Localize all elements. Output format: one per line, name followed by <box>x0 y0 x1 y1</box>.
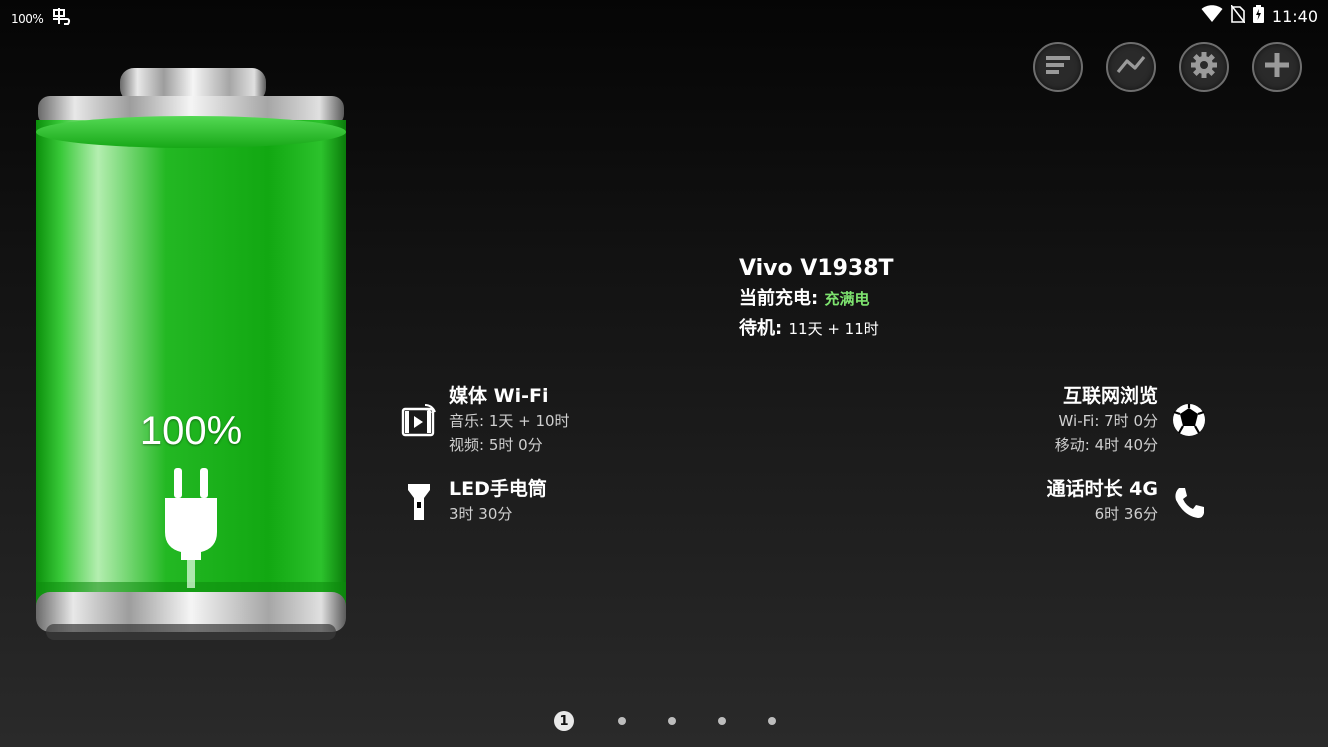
charge-label: 当前充电: <box>739 288 819 309</box>
charge-status-row: 当前充电: 充满电 <box>739 284 894 314</box>
page-dot[interactable] <box>668 717 676 725</box>
list-icon <box>1044 54 1072 80</box>
standby-value: 11天 + 11时 <box>788 320 879 338</box>
media-icon <box>401 403 437 441</box>
wifi-icon <box>1201 5 1223 27</box>
standby-label: 待机: <box>739 318 783 339</box>
page-dot[interactable] <box>618 717 626 725</box>
led-flashlight-time: 3时 30分 <box>449 505 513 523</box>
media-wifi-title: 媒体 Wi-Fi <box>449 385 549 407</box>
device-info: Vivo V1938T 当前充电: 充满电 待机: 11天 + 11时 <box>739 254 894 344</box>
status-time: 11:40 <box>1271 6 1318 26</box>
call-usage[interactable]: 通话时长 4G 6时 36分 <box>1047 476 1158 526</box>
page-dot[interactable] <box>768 717 776 725</box>
status-bar: 100% 11:40 <box>0 0 1328 32</box>
battery-percent: 100% <box>139 409 243 453</box>
chart-line-icon <box>1116 54 1146 80</box>
internet-mobile-time: 移动: 4时 40分 <box>1054 436 1158 454</box>
add-button[interactable] <box>1252 42 1302 92</box>
led-flashlight-title: LED手电筒 <box>449 478 547 500</box>
flashlight-icon <box>407 483 431 525</box>
call-title: 通话时长 4G <box>1046 478 1158 500</box>
battery-charging-icon <box>1252 5 1264 27</box>
call-time: 6时 36分 <box>1094 505 1158 523</box>
media-wifi-usage[interactable]: 媒体 Wi-Fi 音乐: 1天 + 10时 视频: 5时 0分 <box>449 383 570 457</box>
internet-title: 互联网浏览 <box>1062 385 1158 407</box>
phone-icon <box>1172 486 1206 524</box>
led-flashlight-usage[interactable]: LED手电筒 3时 30分 <box>449 476 547 526</box>
globe-icon <box>1171 402 1207 442</box>
page-indicator: 1 <box>554 711 776 731</box>
bug-icon <box>51 7 73 31</box>
graph-button[interactable] <box>1106 42 1156 92</box>
internet-wifi-time: Wi-Fi: 7时 0分 <box>1058 412 1158 430</box>
internet-usage[interactable]: 互联网浏览 Wi-Fi: 7时 0分 移动: 4时 40分 <box>1055 383 1158 457</box>
no-sim-icon <box>1230 4 1246 27</box>
toolbar-actions <box>1033 42 1302 92</box>
gear-icon <box>1189 50 1219 84</box>
plus-icon <box>1262 50 1292 84</box>
video-time: 视频: 5时 0分 <box>449 436 543 454</box>
list-button[interactable] <box>1033 42 1083 92</box>
standby-row: 待机: 11天 + 11时 <box>739 314 894 344</box>
status-battery-text: 100% <box>11 12 44 26</box>
music-time: 音乐: 1天 + 10时 <box>449 412 570 430</box>
plug-icon <box>163 468 219 592</box>
charge-value: 充满电 <box>824 290 870 308</box>
settings-button[interactable] <box>1179 42 1229 92</box>
battery-graphic[interactable]: 100% <box>28 62 354 646</box>
page-dot[interactable] <box>718 717 726 725</box>
device-name: Vivo V1938T <box>739 256 894 281</box>
page-dot-current[interactable]: 1 <box>554 711 574 731</box>
